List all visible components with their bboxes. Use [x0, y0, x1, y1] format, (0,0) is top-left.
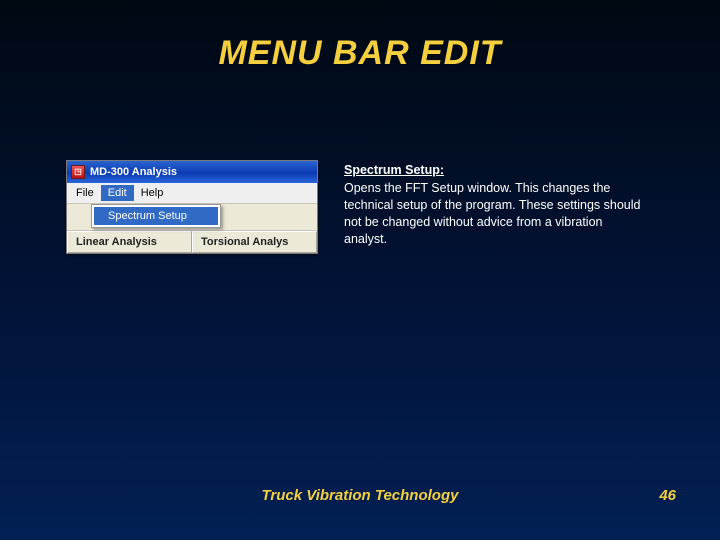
menu-file[interactable]: File [69, 185, 101, 201]
description-block: Spectrum Setup: Opens the FFT Setup wind… [344, 160, 644, 247]
btn-torsional-analysis[interactable]: Torsional Analys [192, 231, 317, 253]
edit-dropdown: Spectrum Setup [91, 204, 221, 228]
dropdown-item-spectrum-setup[interactable]: Spectrum Setup [94, 207, 218, 225]
app-icon: ◳ [71, 165, 85, 179]
slide-title: MENU BAR EDIT [0, 0, 720, 73]
app-window: ◳ MD-300 Analysis File Edit Help Spectru… [66, 160, 318, 254]
menu-bar: File Edit Help [67, 183, 317, 204]
toolbar: Linear Analysis Torsional Analys [67, 230, 317, 253]
footer-text: Truck Vibration Technology [0, 487, 720, 504]
menu-help[interactable]: Help [134, 185, 171, 201]
window-titlebar[interactable]: ◳ MD-300 Analysis [67, 161, 317, 183]
btn-linear-analysis[interactable]: Linear Analysis [67, 231, 192, 253]
content-area: ◳ MD-300 Analysis File Edit Help Spectru… [66, 160, 672, 254]
page-number: 46 [659, 487, 676, 504]
description-heading: Spectrum Setup: [344, 162, 644, 179]
window-title: MD-300 Analysis [90, 166, 177, 178]
menu-edit[interactable]: Edit [101, 185, 134, 201]
description-body: Opens the FFT Setup window. This changes… [344, 181, 640, 246]
